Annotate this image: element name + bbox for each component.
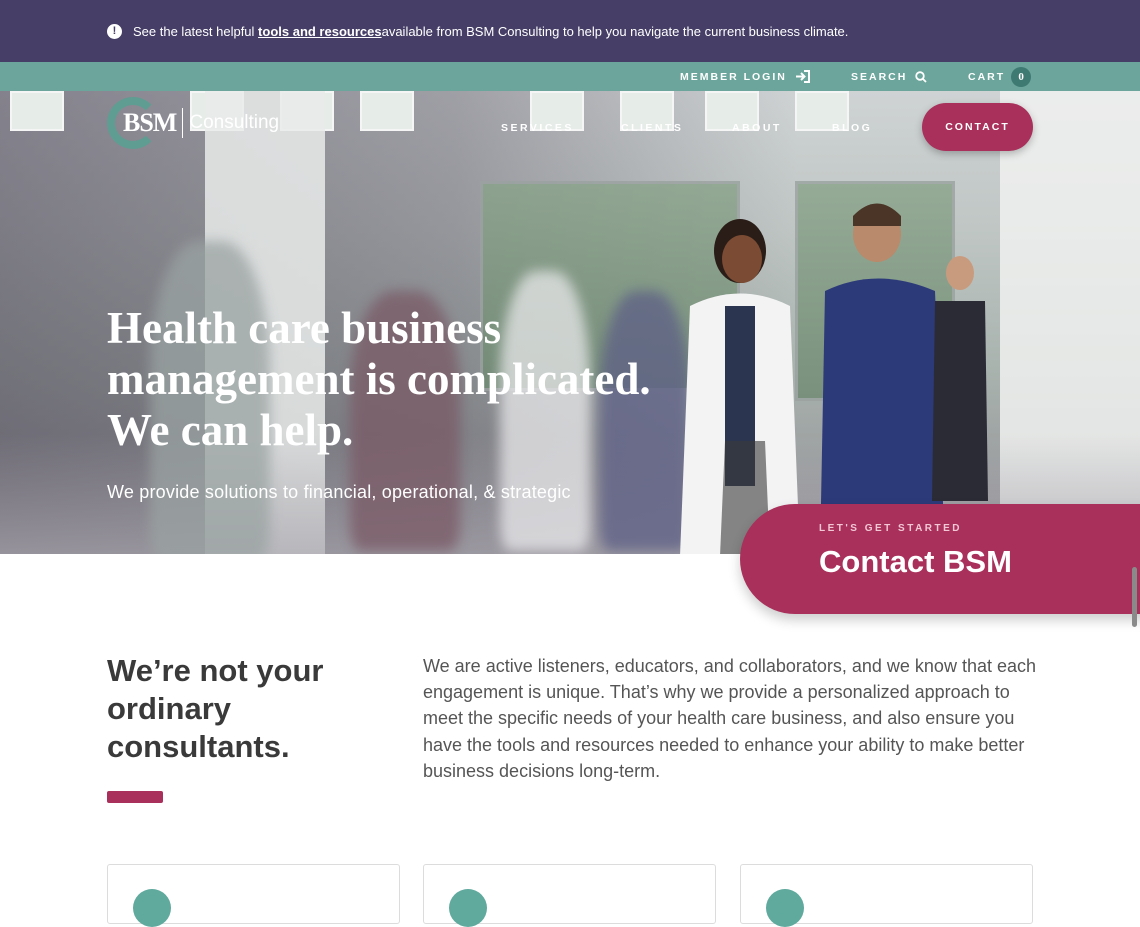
announcement-suffix: available from BSM Consulting to help yo…	[381, 23, 849, 39]
utility-nav: Member Login Search Cart 0	[0, 62, 1140, 91]
page-scrollbar[interactable]	[1132, 567, 1137, 627]
member-login-link[interactable]: Member Login	[680, 62, 810, 91]
tools-resources-link[interactable]: tools and resources	[258, 24, 382, 39]
person-illustration	[932, 256, 988, 501]
service-card[interactable]	[423, 864, 716, 927]
hero-subline: We provide solutions to financial, opera…	[107, 482, 571, 502]
cart-label: Cart	[968, 70, 1006, 83]
contact-bsm-cta[interactable]: Let's get started Contact BSM	[740, 504, 1140, 614]
service-card[interactable]	[107, 864, 400, 927]
announcement-prefix: See the latest helpful	[133, 23, 255, 39]
cart-link[interactable]: Cart 0	[968, 62, 1032, 91]
logo-name: Consulting	[189, 112, 280, 133]
hero-window	[360, 91, 414, 131]
member-login-label: Member Login	[680, 70, 787, 83]
brand-logo[interactable]: BSM Consulting	[107, 97, 279, 149]
announcement-bar: ! See the latest helpful tools and resou…	[0, 0, 1140, 62]
nav-services[interactable]: Services	[501, 122, 574, 134]
card-icon	[133, 889, 171, 927]
intro-accent-bar	[107, 791, 163, 803]
logo-ring-icon	[107, 97, 159, 149]
card-icon	[766, 889, 804, 927]
search-label: Search	[851, 70, 908, 83]
service-card[interactable]	[740, 864, 1033, 927]
hero-headline: Health care business management is compl…	[107, 303, 651, 455]
intro-body: We are active listeners, educators, and …	[423, 656, 1037, 781]
nav-about[interactable]: About	[732, 122, 782, 134]
logo-divider	[182, 108, 184, 138]
nav-clients[interactable]: Clients	[621, 122, 683, 134]
search-icon	[915, 70, 927, 83]
search-link[interactable]: Search	[851, 62, 927, 91]
hero-window	[10, 91, 64, 131]
cta-title: Contact BSM	[819, 544, 1012, 579]
nav-blog[interactable]: Blog	[832, 122, 872, 134]
hero: BSM Consulting Services Clients About Bl…	[0, 91, 1140, 554]
login-icon	[795, 70, 810, 83]
alert-icon: !	[107, 23, 122, 39]
intro-heading: We’re not your ordinary consultants.	[107, 653, 324, 764]
cart-count-badge: 0	[1011, 66, 1032, 87]
contact-button[interactable]: Contact	[922, 103, 1033, 151]
card-icon	[449, 889, 487, 927]
cta-eyebrow: Let's get started	[819, 523, 963, 534]
